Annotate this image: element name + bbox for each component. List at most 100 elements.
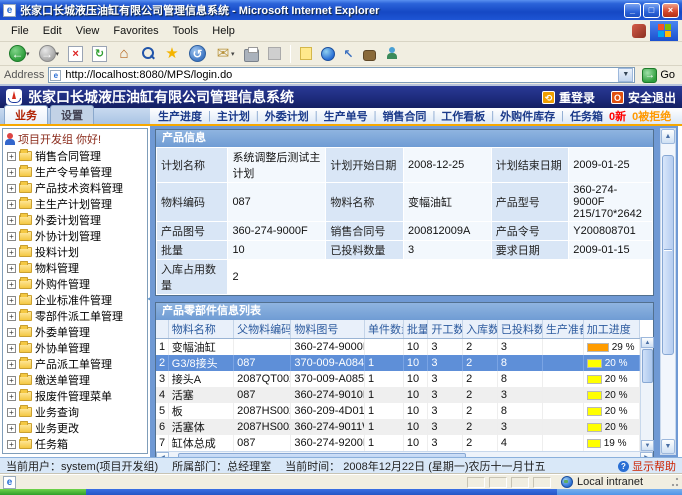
content-vertical-scrollbar[interactable]: ▲ ▼ [660, 128, 676, 455]
column-header[interactable]: 物料图号 [291, 320, 365, 339]
expand-icon[interactable]: + [7, 216, 16, 225]
menu-item-help[interactable]: Help [205, 23, 242, 39]
column-header[interactable] [156, 320, 168, 339]
expand-icon[interactable]: + [7, 168, 16, 177]
scroll-up-icon[interactable]: ▲ [661, 129, 675, 144]
stop-button[interactable]: × [65, 44, 86, 64]
expand-icon[interactable]: + [7, 264, 16, 273]
sidebar-item-10[interactable]: +零部件派工单管理 [3, 308, 147, 324]
dropdown-arrow-icon[interactable]: ▾ [56, 50, 60, 58]
sidebar-item-6[interactable]: +投料计划 [3, 244, 147, 260]
column-header[interactable]: 单件数量 [365, 320, 404, 339]
nav-item-3[interactable]: 生产单号 [324, 108, 368, 124]
expand-icon[interactable]: + [7, 376, 16, 385]
home-button[interactable]: ⌂ [113, 44, 135, 64]
resize-grip[interactable] [669, 477, 679, 487]
minimize-button[interactable]: _ [624, 3, 641, 18]
edit-button[interactable] [265, 45, 284, 62]
column-header[interactable]: 物料名称 [168, 320, 233, 339]
history-button[interactable]: ↺ [186, 43, 209, 64]
sidebar-item-15[interactable]: +报废件管理菜单 [3, 388, 147, 404]
expand-icon[interactable]: + [7, 312, 16, 321]
nav-item-2[interactable]: 外委计划 [265, 108, 309, 124]
expand-icon[interactable]: + [7, 184, 16, 193]
table-row[interactable]: 4活塞087360-274-9010F11032320 % [156, 387, 640, 403]
sidebar-item-16[interactable]: +业务查询 [3, 404, 147, 420]
plugin-binoculars-button[interactable] [360, 45, 379, 63]
expand-icon[interactable]: + [7, 232, 16, 241]
expand-icon[interactable]: + [7, 328, 16, 337]
sidebar-item-8[interactable]: +外购件管理 [3, 276, 147, 292]
column-header[interactable]: 已投料数 [497, 320, 542, 339]
sidebar-item-11[interactable]: +外委单管理 [3, 324, 147, 340]
favorites-button[interactable]: ★ [161, 44, 183, 64]
expand-icon[interactable]: + [7, 360, 16, 369]
menu-item-view[interactable]: View [69, 23, 107, 39]
scroll-down-icon[interactable]: ▼ [661, 439, 675, 454]
relogin-button[interactable]: ⟲ 重登录 [542, 89, 595, 106]
expand-icon[interactable]: + [7, 424, 16, 433]
expand-icon[interactable]: + [7, 280, 16, 289]
sidebar-item-9[interactable]: +企业标准件管理 [3, 292, 147, 308]
dropdown-arrow-icon[interactable]: ▾ [26, 50, 30, 58]
nav-item-5[interactable]: 工作看板 [441, 108, 485, 124]
expand-icon[interactable]: + [7, 344, 16, 353]
table-row[interactable]: 1变幅油缸360-274-9000F1032329 % [156, 339, 640, 356]
back-button[interactable]: ←▾ [6, 43, 33, 64]
table-row[interactable]: 5板2087HS002360-209-4D01011032820 % [156, 403, 640, 419]
sidebar-item-1[interactable]: +生产令号单管理 [3, 164, 147, 180]
column-header[interactable]: 开工数 [428, 320, 463, 339]
sidebar-item-7[interactable]: +物料管理 [3, 260, 147, 276]
table-row[interactable]: 2G3/8接头087370-009-A084011032820 % [156, 355, 640, 371]
column-header[interactable]: 父物料编码 [234, 320, 291, 339]
expand-icon[interactable]: + [7, 152, 16, 161]
scroll-up-icon[interactable]: ▲ [641, 337, 654, 348]
menu-item-tools[interactable]: Tools [166, 23, 206, 39]
nav-item-7[interactable]: 任务箱 [570, 108, 603, 124]
show-help-link[interactable]: ? 显示帮助 [618, 458, 676, 474]
nav-item-6[interactable]: 外购件库存 [500, 108, 555, 124]
sidebar-item-2[interactable]: +产品技术资料管理 [3, 180, 147, 196]
sidebar-item-12[interactable]: +外协单管理 [3, 340, 147, 356]
table-row[interactable]: 7缸体总成087360-274-9200F11032419 % [156, 435, 640, 451]
go-button[interactable]: → Go [639, 68, 678, 83]
print-button[interactable] [241, 44, 262, 64]
address-dropdown-button[interactable]: ▼ [618, 68, 633, 82]
sidebar-tab-1[interactable]: 设置 [50, 105, 94, 124]
expand-icon[interactable]: + [7, 296, 16, 305]
parts-vertical-scrollbar[interactable]: ▲ ▼ [640, 337, 653, 451]
address-input[interactable] [65, 69, 618, 82]
column-header[interactable]: 加工进度 [583, 320, 639, 339]
search-button[interactable] [138, 44, 158, 63]
scrollbar-thumb[interactable] [178, 453, 466, 457]
logout-button[interactable]: O 安全退出 [611, 89, 676, 106]
start-button[interactable] [0, 489, 86, 495]
plugin-cursor-button[interactable]: ↖ [341, 45, 357, 63]
table-row[interactable]: 3接头A2087QT002370-009-A085011032820 % [156, 371, 640, 387]
nav-item-1[interactable]: 主计划 [217, 108, 250, 124]
expand-icon[interactable]: + [7, 440, 16, 449]
column-header[interactable]: 生产准备 [542, 320, 583, 339]
maximize-button[interactable]: □ [643, 3, 660, 18]
sidebar-item-18[interactable]: +任务箱 [3, 436, 147, 452]
forward-button[interactable]: →▾ [36, 43, 63, 64]
sidebar-item-0[interactable]: +销售合同管理 [3, 148, 147, 164]
plugin-note-button[interactable] [297, 45, 315, 62]
plugin-messenger-button[interactable] [382, 45, 401, 62]
menu-item-edit[interactable]: Edit [36, 23, 69, 39]
expand-icon[interactable]: + [7, 200, 16, 209]
sidebar-item-5[interactable]: +外协计划管理 [3, 228, 147, 244]
sidebar-tab-0[interactable]: 业务 [4, 105, 48, 124]
nav-item-4[interactable]: 销售合同 [382, 108, 426, 124]
column-header[interactable]: 入库数 [463, 320, 498, 339]
mail-button[interactable]: ✉▾ [212, 44, 238, 64]
refresh-button[interactable]: ↻ [89, 44, 110, 64]
nav-item-0[interactable]: 生产进度 [158, 108, 202, 124]
sidebar-item-4[interactable]: +外委计划管理 [3, 212, 147, 228]
scrollbar-thumb[interactable] [642, 349, 653, 383]
scroll-left-icon[interactable]: ◀ [156, 452, 169, 457]
sidebar-item-13[interactable]: +产品派工单管理 [3, 356, 147, 372]
expand-icon[interactable]: + [7, 408, 16, 417]
menu-item-file[interactable]: File [4, 23, 36, 39]
close-button[interactable]: × [662, 3, 679, 18]
